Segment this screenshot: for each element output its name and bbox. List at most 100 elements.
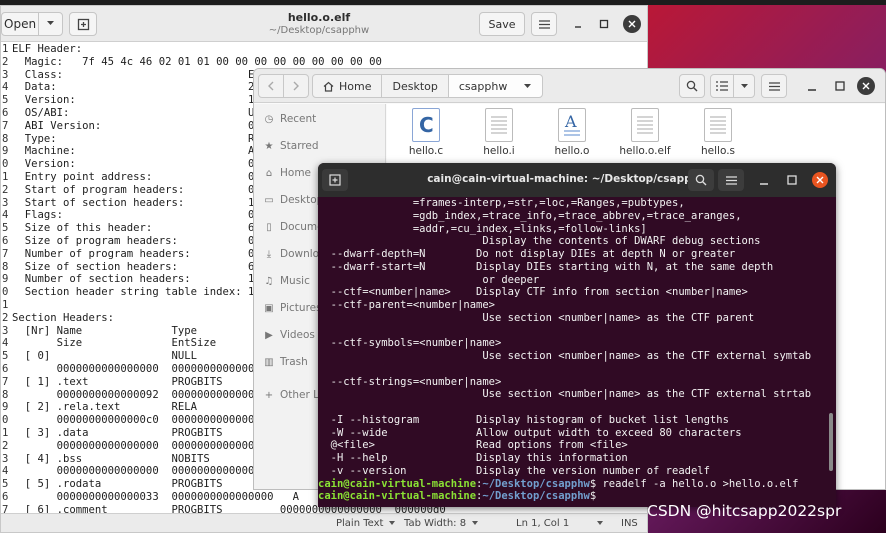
line-number: 6 xyxy=(2,490,9,503)
terminal-line: -I --histogram Display histogram of buck… xyxy=(318,413,729,426)
line-text: [ 1] .text PROGBITS xyxy=(12,375,223,388)
terminal-line: --ctf-strings=<number|name> xyxy=(318,375,502,388)
line-number: 6 xyxy=(2,362,9,375)
sidebar-item-label: Music xyxy=(280,275,310,287)
path-bar: Home Desktop csapphw xyxy=(312,74,544,98)
open-button[interactable]: Open xyxy=(1,12,63,36)
line-text: Type: R xyxy=(12,132,255,145)
maximize-icon[interactable] xyxy=(784,172,800,188)
line-number: 9 xyxy=(2,401,9,414)
minimize-icon[interactable] xyxy=(804,78,820,94)
line-number: 8 xyxy=(2,388,9,401)
terminal-line: =addr,=cu_index,=links,=follow-links] xyxy=(318,222,647,235)
line-text: Data: 2 xyxy=(12,81,255,94)
video-icon: ▶ xyxy=(265,329,273,341)
home-icon xyxy=(323,81,334,92)
line-number: 1 xyxy=(2,43,9,55)
terminal-prompt-line: cain@cain-virtual-machine:~/Desktop/csap… xyxy=(318,478,836,491)
line-number: 2 xyxy=(2,439,9,452)
sidebar-item-label: Videos xyxy=(280,329,315,341)
chevron-left-icon xyxy=(268,81,274,91)
hamburger-menu-button[interactable] xyxy=(761,74,787,98)
file-name: hello.s xyxy=(701,145,735,157)
line-text: 0000000000000092 0000000000000 xyxy=(12,388,255,401)
line-text: Version: 1 xyxy=(12,94,255,107)
close-icon xyxy=(862,82,870,90)
minimize-icon[interactable] xyxy=(756,172,772,188)
search-icon xyxy=(695,174,707,186)
file-item[interactable]: hello.i xyxy=(471,108,527,157)
sidebar-item-recent[interactable]: ◷ Recent xyxy=(254,108,386,130)
line-number: 5 xyxy=(2,94,9,107)
close-button[interactable] xyxy=(812,172,828,188)
terminal-scrollbar[interactable] xyxy=(829,413,833,471)
file-item[interactable]: hello.o.elf xyxy=(617,108,673,157)
file-name: hello.i xyxy=(483,145,515,157)
list-view-button[interactable] xyxy=(710,74,734,98)
terminal-line: Display the contents of DWARF debug sect… xyxy=(318,235,761,248)
line-number: 7 xyxy=(2,119,9,132)
terminal-line: =frames-interp,=str,=loc,=Ranges,=pubtyp… xyxy=(318,197,685,209)
chevron-down-icon xyxy=(472,521,479,525)
file-item[interactable]: hello.s xyxy=(690,108,746,157)
view-options-button[interactable] xyxy=(733,74,755,98)
text-file-icon xyxy=(704,108,732,142)
close-button[interactable] xyxy=(623,15,641,33)
minimize-button[interactable] xyxy=(569,15,587,33)
terminal-output[interactable]: =frames-interp,=str,=loc,=Ranges,=pubtyp… xyxy=(318,197,836,507)
maximize-button[interactable] xyxy=(595,15,613,33)
close-button[interactable] xyxy=(857,77,875,95)
forward-button[interactable] xyxy=(283,74,309,98)
file-item[interactable]: A hello.o xyxy=(544,108,600,157)
line-number: 4 xyxy=(2,337,9,350)
line-text: Machine: A xyxy=(12,145,255,158)
line-number: 9 xyxy=(2,273,9,286)
music-icon: ♫ xyxy=(264,275,274,287)
insert-mode-label: INS xyxy=(621,518,638,529)
prompt-path: ~/Desktop/csapphw xyxy=(482,477,590,490)
tab-width-selector[interactable]: Tab Width: 8 xyxy=(404,518,479,529)
line-text: [ 2] .rela.text RELA xyxy=(12,401,197,414)
line-number: 3 xyxy=(2,324,9,337)
sidebar-item-label: Pictures xyxy=(280,302,322,314)
path-crumb-csapphw[interactable]: csapphw xyxy=(447,74,544,98)
hamburger-menu-button[interactable] xyxy=(531,12,557,36)
path-crumb-desktop[interactable]: Desktop xyxy=(381,74,449,98)
c-source-icon: C xyxy=(412,108,440,142)
path-crumb-home[interactable]: Home xyxy=(312,74,383,98)
line-number: 6 xyxy=(2,234,9,247)
chevron-right-icon xyxy=(293,81,299,91)
cursor-position-selector[interactable]: Ln 1, Col 1 xyxy=(516,518,604,529)
terminal-line: --ctf-symbols=<number|name> xyxy=(318,337,502,350)
back-button[interactable] xyxy=(258,74,284,98)
line-text: Start of section headers: 1 xyxy=(12,196,255,209)
chevron-down-icon[interactable] xyxy=(46,19,55,28)
sidebar-item-starred[interactable]: ★ Starred xyxy=(254,135,386,157)
line-text: Flags: 0 xyxy=(12,209,255,222)
line-text: Magic: 7f 45 4c 46 02 01 01 00 00 00 00 … xyxy=(12,55,382,68)
editor-header-bar: Open hello.o.elf ~/Desktop/csapphw Save xyxy=(1,6,647,42)
search-button[interactable] xyxy=(679,74,705,98)
language-selector[interactable]: Plain Text xyxy=(336,518,396,529)
line-number: 4 xyxy=(2,81,9,94)
terminal-search-button[interactable] xyxy=(688,169,714,191)
file-item[interactable]: C hello.c xyxy=(398,108,454,157)
new-tab-button[interactable] xyxy=(322,169,348,191)
sidebar-item-label: Home xyxy=(280,167,312,179)
file-name: hello.c xyxy=(408,145,444,157)
maximize-icon[interactable] xyxy=(832,78,848,94)
list-view-icon xyxy=(716,81,728,91)
terminal-line: @<file> Read options from <file> xyxy=(318,439,628,452)
terminal-menu-button[interactable] xyxy=(718,169,744,191)
close-icon xyxy=(628,20,636,28)
line-text: 0000000000000000 0000000000000 xyxy=(12,362,255,375)
editor-line: 2 Magic: 7f 45 4c 46 02 01 01 00 00 00 0… xyxy=(1,55,647,69)
folder-icon: ▭ xyxy=(264,194,274,206)
terminal-line: -v --version Display the version number … xyxy=(318,464,710,477)
line-number: 7 xyxy=(2,247,9,260)
new-document-button[interactable] xyxy=(69,12,97,36)
save-button[interactable]: Save xyxy=(479,12,525,36)
line-text: [Nr] Name Type xyxy=(12,324,197,337)
editor-status-bar: Plain Text Tab Width: 8 Ln 1, Col 1 INS xyxy=(1,513,647,532)
